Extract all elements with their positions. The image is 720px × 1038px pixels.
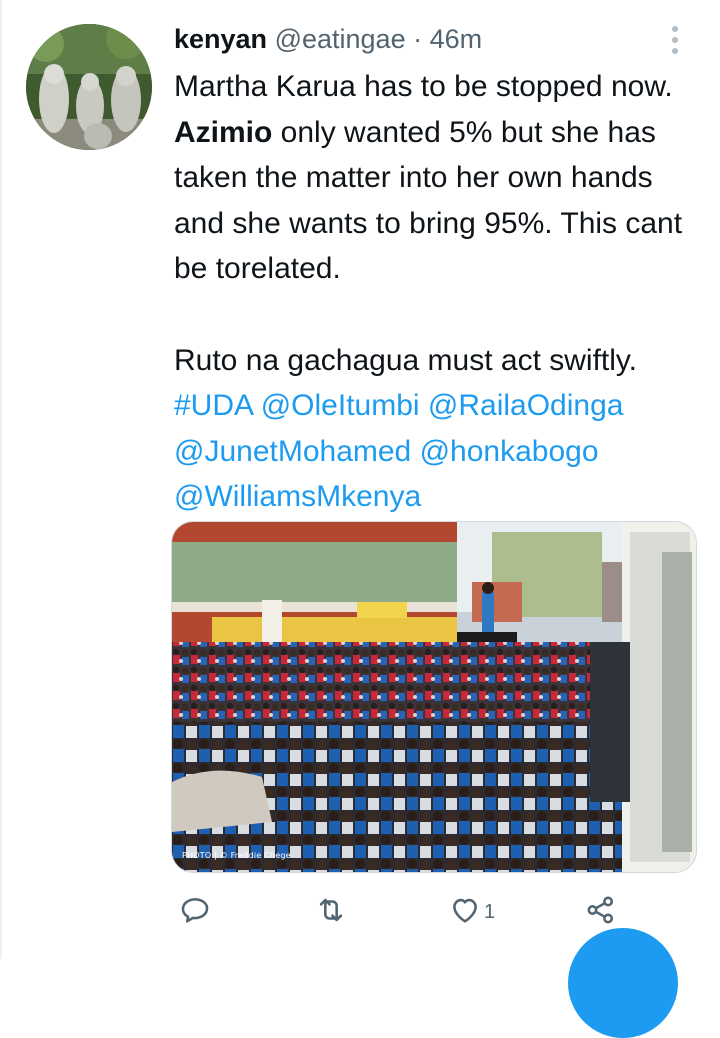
avatar-statues-image xyxy=(26,24,152,150)
tweet-timestamp[interactable]: 46m xyxy=(430,24,483,54)
mention-link[interactable]: @JunetMohamed xyxy=(174,435,411,468)
tweet-paragraph-2: Ruto na gachagua must act swiftly. xyxy=(174,343,638,377)
mention-link[interactable]: @RailaOdinga xyxy=(428,389,624,422)
timeline-left-border xyxy=(0,0,2,959)
retweet-icon xyxy=(314,893,348,932)
share-button[interactable] xyxy=(584,892,618,932)
like-button[interactable]: 1 xyxy=(448,892,495,932)
tweet-tags: #UDA @OleItumbi @RailaOdinga @JunetMoham… xyxy=(174,383,694,520)
display-name[interactable]: kenyan xyxy=(174,24,267,54)
hashtag-link[interactable]: #UDA xyxy=(174,389,252,422)
mention-link[interactable]: @honkabogo xyxy=(420,435,599,468)
like-count: 1 xyxy=(484,900,496,923)
tweet-text: Martha Karua has to be stopped now. Azim… xyxy=(174,64,694,520)
retweet-button[interactable] xyxy=(314,892,348,932)
tweet-paragraph-1: Martha Karua has to be stopped now. Azim… xyxy=(174,70,683,286)
heart-icon xyxy=(448,893,482,932)
photo-credit: PHOTO | © Freddie Chege xyxy=(182,851,291,860)
reply-icon xyxy=(178,893,212,932)
tweet-media-image[interactable]: PHOTO | © Freddie Chege xyxy=(171,521,697,873)
bold-word: Azimio xyxy=(174,115,273,149)
crowd-photo xyxy=(172,522,696,872)
reply-button[interactable] xyxy=(178,892,212,932)
compose-tweet-button[interactable] xyxy=(568,928,678,1038)
username-handle[interactable]: @eatingae xyxy=(275,24,406,54)
more-options-icon[interactable] xyxy=(662,26,688,54)
tweet-header: kenyan @eatingae · 46m xyxy=(174,22,482,56)
mention-link[interactable]: @WilliamsMkenya xyxy=(174,480,421,513)
avatar[interactable] xyxy=(26,24,152,150)
mention-link[interactable]: @OleItumbi xyxy=(261,389,420,422)
share-icon xyxy=(584,893,618,932)
header-separator: · xyxy=(413,24,423,54)
